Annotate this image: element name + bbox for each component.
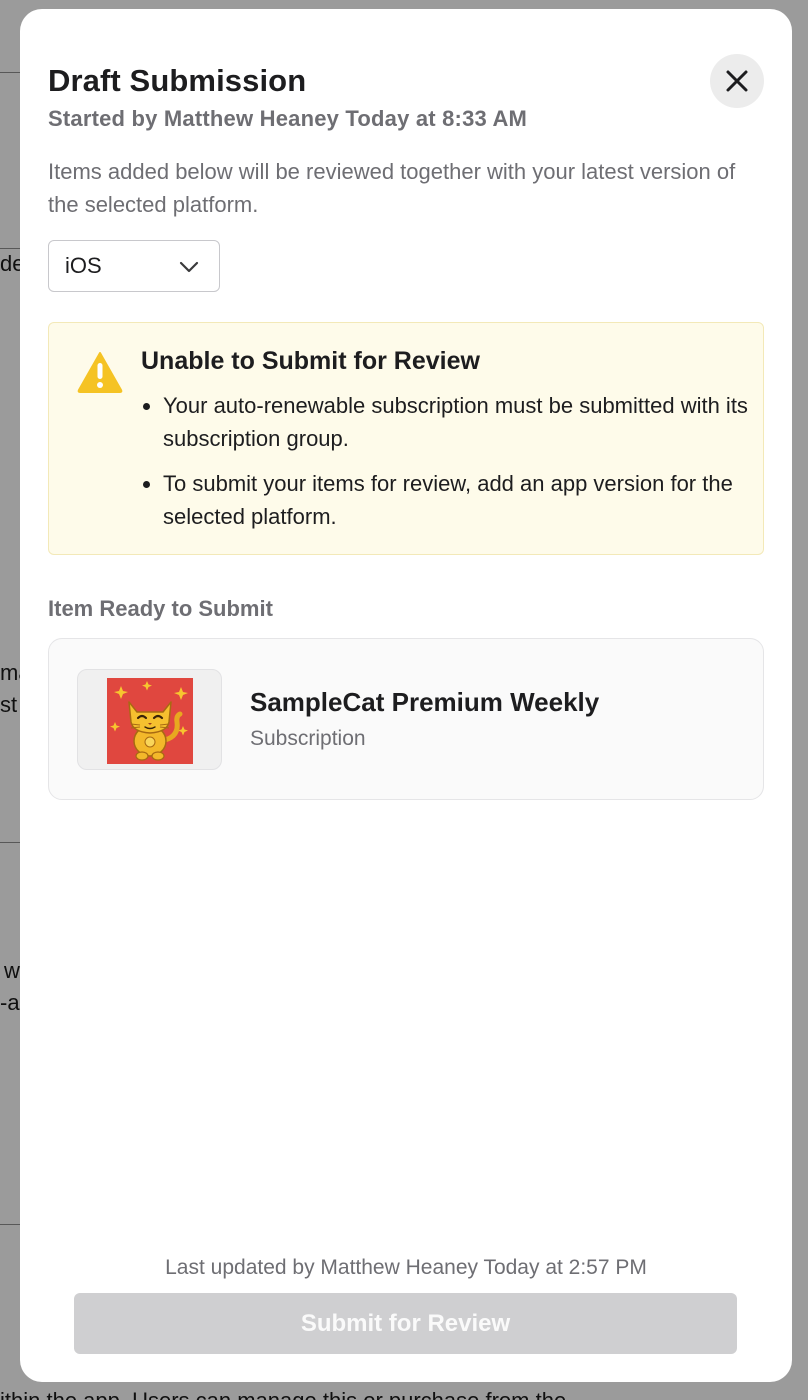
warning-box: Unable to Submit for Review Your auto-re…	[48, 322, 764, 555]
item-thumbnail-frame	[77, 669, 222, 770]
item-type: Subscription	[250, 727, 366, 750]
chevron-down-icon	[179, 261, 199, 273]
warning-list-item: To submit your items for review, add an …	[163, 467, 763, 533]
draft-submission-modal: Draft Submission Started by Matthew Hean…	[20, 9, 792, 1382]
close-button[interactable]	[710, 54, 764, 108]
platform-select-value: iOS	[65, 253, 102, 278]
submit-for-review-button[interactable]: Submit for Review	[74, 1293, 737, 1354]
warning-title: Unable to Submit for Review	[141, 347, 480, 375]
platform-select[interactable]: iOS	[48, 240, 220, 292]
warning-triangle-icon	[77, 352, 123, 393]
last-updated-text: Last updated by Matthew Heaney Today at …	[165, 1256, 647, 1279]
modal-title: Draft Submission	[48, 63, 307, 98]
modal-description: Items added below will be reviewed toget…	[48, 159, 736, 217]
warning-list: Your auto-renewable subscription must be…	[141, 389, 763, 545]
submission-item-card[interactable]: SampleCat Premium Weekly Subscription	[48, 638, 764, 800]
samplecat-app-icon	[107, 678, 193, 764]
close-icon	[726, 70, 748, 92]
items-section-label: Item Ready to Submit	[48, 596, 273, 621]
warning-list-item: Your auto-renewable subscription must be…	[163, 389, 763, 455]
modal-subtitle: Started by Matthew Heaney Today at 8:33 …	[48, 106, 528, 131]
item-name: SampleCat Premium Weekly	[250, 687, 600, 717]
